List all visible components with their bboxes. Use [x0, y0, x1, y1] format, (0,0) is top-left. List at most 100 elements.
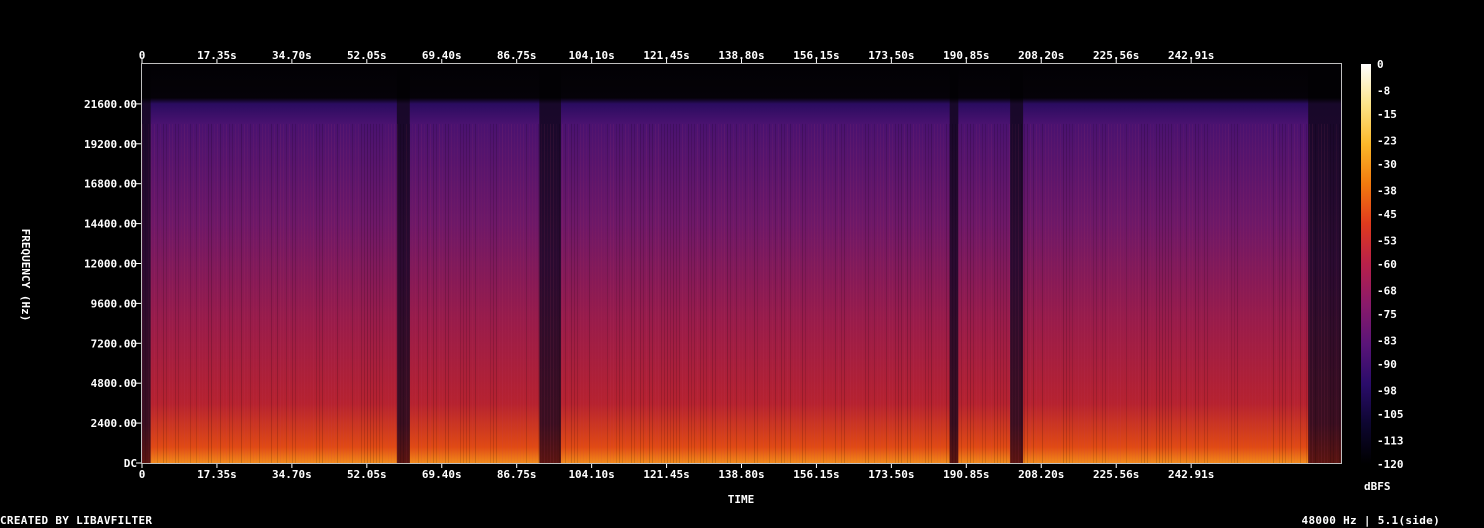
- quiet-segment: [949, 64, 959, 463]
- texture-stripe: [685, 123, 686, 463]
- texture-stripe: [1018, 123, 1019, 463]
- texture-stripe: [277, 123, 278, 463]
- texture-stripe: [913, 123, 914, 463]
- x-tick-label-bottom: 121.45s: [643, 468, 689, 481]
- y-tick-label: 2400.00: [91, 417, 137, 430]
- texture-stripe: [991, 123, 992, 463]
- y-tick-label: 14400.00: [84, 218, 137, 231]
- texture-stripe: [1171, 123, 1172, 463]
- texture-stripe: [379, 123, 380, 463]
- texture-stripe: [883, 123, 884, 463]
- texture-stripe: [874, 123, 875, 463]
- x-tick-label-top: 17.35s: [197, 49, 237, 62]
- texture-stripe: [709, 123, 710, 463]
- texture-stripe: [1216, 123, 1217, 463]
- texture-stripe: [280, 123, 281, 463]
- texture-stripe: [349, 123, 350, 463]
- texture-stripe: [781, 123, 782, 463]
- texture-stripe: [751, 123, 752, 463]
- texture-stripe: [820, 123, 821, 463]
- y-tick-label: 9600.00: [91, 297, 137, 310]
- texture-stripe: [430, 123, 431, 463]
- texture-stripe: [1255, 123, 1256, 463]
- texture-stripe: [1144, 123, 1145, 463]
- texture-stripe: [193, 123, 194, 463]
- texture-stripe: [910, 123, 911, 463]
- texture-stripe: [1243, 123, 1244, 463]
- texture-stripe: [1321, 123, 1322, 463]
- y-tick-label: 12000.00: [84, 258, 137, 271]
- texture-stripe: [1105, 123, 1106, 463]
- texture-stripe: [1090, 123, 1091, 463]
- texture-stripe: [1066, 123, 1067, 463]
- texture-stripe: [376, 123, 377, 463]
- texture-stripe: [985, 123, 986, 463]
- texture-stripe: [1192, 123, 1193, 463]
- texture-stripe: [370, 123, 371, 463]
- colorbar-tick-label: -75: [1377, 308, 1397, 321]
- texture-stripe: [205, 123, 206, 463]
- texture-stripe: [760, 123, 761, 463]
- texture-stripe: [739, 123, 740, 463]
- texture-stripe: [730, 123, 731, 463]
- texture-stripe: [1309, 123, 1310, 463]
- texture-stripe: [235, 123, 236, 463]
- texture-stripe: [805, 123, 806, 463]
- x-tick-label-top: 190.85s: [943, 49, 989, 62]
- texture-stripe: [1048, 123, 1049, 463]
- colorbar-tick-label: -90: [1377, 358, 1397, 371]
- texture-stripe: [184, 123, 185, 463]
- texture-stripe: [766, 123, 767, 463]
- texture-stripe: [424, 123, 425, 463]
- colorbar-tick-label: -98: [1377, 385, 1397, 398]
- texture-stripe: [1030, 123, 1031, 463]
- texture-stripe: [1114, 123, 1115, 463]
- texture-stripe: [511, 123, 512, 463]
- texture-stripe: [556, 123, 557, 463]
- texture-stripe: [469, 123, 470, 463]
- texture-stripe: [1315, 123, 1316, 463]
- texture-stripe: [1186, 123, 1187, 463]
- texture-stripe: [286, 123, 287, 463]
- x-tick-label-bottom: 0: [139, 468, 146, 481]
- texture-stripe: [160, 123, 161, 463]
- texture-stripe: [1228, 123, 1229, 463]
- texture-stripe: [523, 123, 524, 463]
- texture-stripe: [649, 123, 650, 463]
- x-tick-label-bottom: 190.85s: [943, 468, 989, 481]
- texture-stripe: [1306, 123, 1307, 463]
- texture-stripe: [505, 123, 506, 463]
- texture-stripe: [610, 123, 611, 463]
- texture-stripe: [1099, 123, 1100, 463]
- texture-stripe: [658, 123, 659, 463]
- texture-stripe: [601, 123, 602, 463]
- texture-stripe: [1252, 123, 1253, 463]
- texture-stripe: [1054, 123, 1055, 463]
- texture-stripe: [214, 123, 215, 463]
- texture-stripe: [373, 123, 374, 463]
- texture-stripe: [256, 123, 257, 463]
- texture-stripe: [178, 123, 179, 463]
- x-tick-label-top: 156.15s: [793, 49, 839, 62]
- texture-stripe: [586, 123, 587, 463]
- texture-stripe: [1267, 123, 1268, 463]
- texture-stripe: [787, 123, 788, 463]
- texture-stripe: [892, 123, 893, 463]
- y-tick-label: 21600.00: [84, 98, 137, 111]
- texture-stripe: [202, 123, 203, 463]
- x-axis-bottom: 0 17.35s 34.70s 52.05s 69.40s 86.75s 104.10s 12…: [139, 464, 1214, 481]
- texture-stripe: [211, 123, 212, 463]
- texture-stripe: [163, 123, 164, 463]
- texture-stripe: [802, 123, 803, 463]
- x-axis-label: TIME: [728, 493, 755, 506]
- texture-stripe: [757, 123, 758, 463]
- texture-stripe: [652, 123, 653, 463]
- texture-stripe: [283, 123, 284, 463]
- texture-stripe: [1009, 123, 1010, 463]
- texture-stripe: [433, 123, 434, 463]
- texture-stripe: [643, 123, 644, 463]
- texture-stripe: [1330, 123, 1331, 463]
- texture-stripe: [667, 123, 668, 463]
- texture-stripe: [1300, 123, 1301, 463]
- colorbar-gradient: [1361, 64, 1371, 464]
